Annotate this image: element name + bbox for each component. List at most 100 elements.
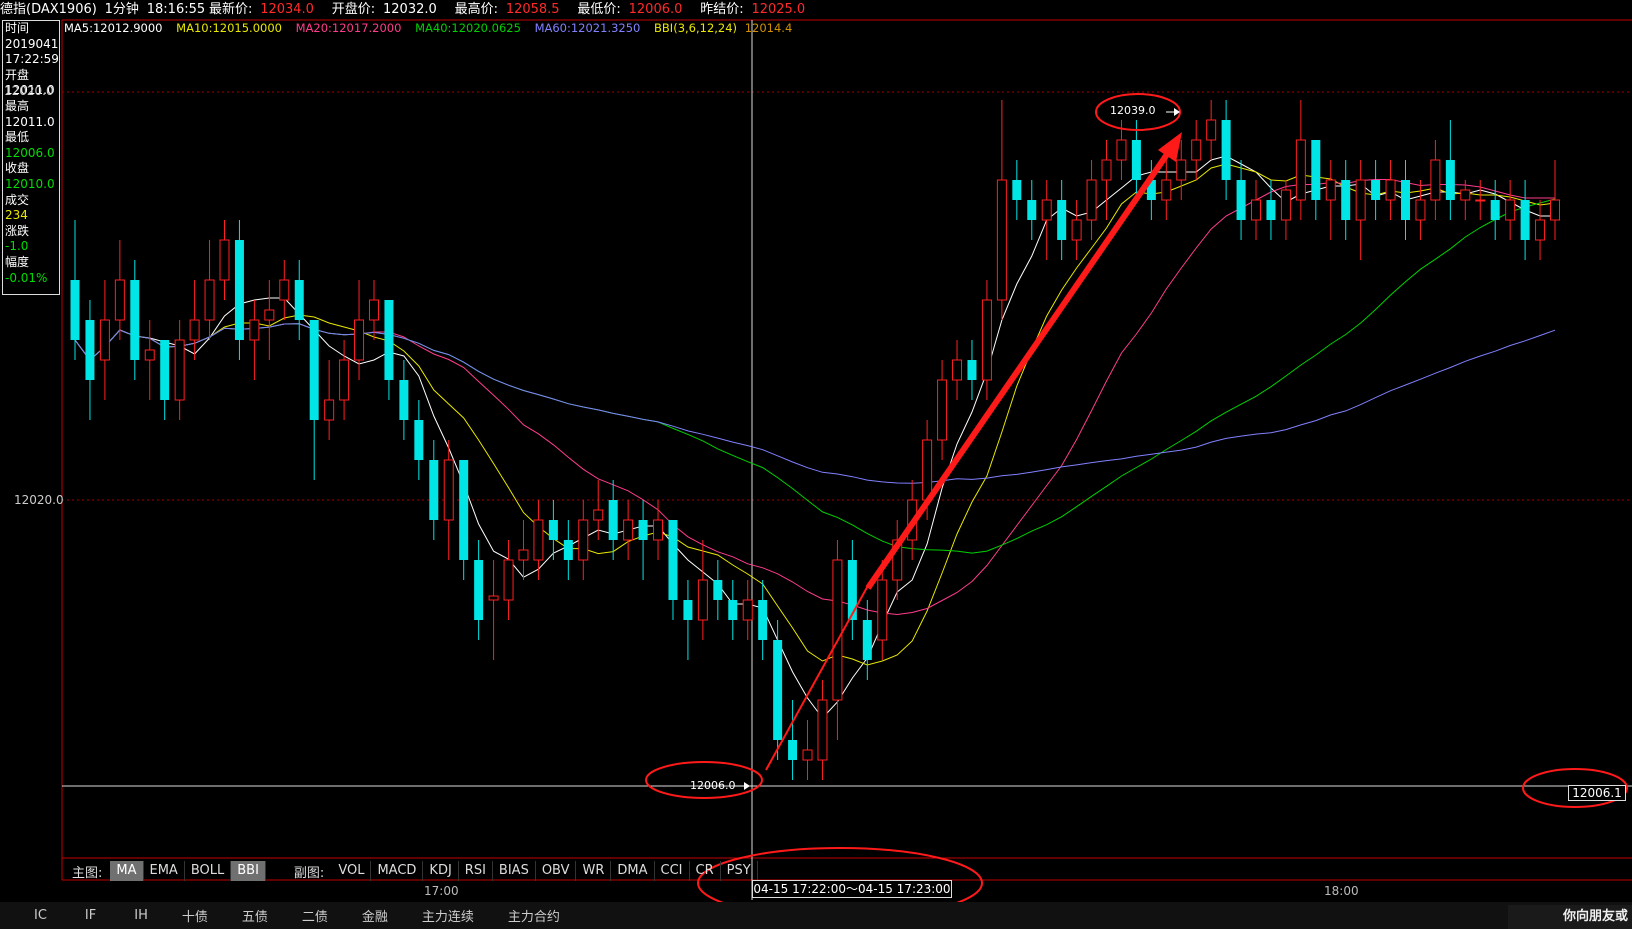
candlestick-chart[interactable]	[0, 0, 1632, 929]
candle-body	[1401, 180, 1411, 220]
crosshair-infobox: 时间 20190415 17:22:59 开盘 12011.0 最高 12011…	[2, 20, 60, 295]
candle-body	[1520, 200, 1530, 240]
info-pct-label: 幅度	[5, 254, 30, 269]
candle-body	[1460, 189, 1471, 201]
candle-body	[1251, 199, 1262, 221]
candle-body	[981, 299, 992, 381]
tab-rsi[interactable]: RSI	[459, 861, 493, 881]
candle-body	[773, 640, 783, 740]
candle-body	[1280, 189, 1291, 221]
tab-cr[interactable]: CR	[690, 861, 721, 881]
candle-body	[697, 579, 708, 621]
candle-body	[967, 360, 977, 380]
candle-body	[847, 560, 857, 620]
candle-body	[1355, 179, 1366, 221]
candle-body	[578, 519, 589, 561]
candle-body	[877, 579, 888, 641]
contract-tab-main-continuous[interactable]: 主力连续	[422, 906, 474, 925]
candle-body	[384, 300, 394, 380]
candle-body	[1415, 199, 1426, 221]
tab-dma[interactable]: DMA	[611, 861, 655, 881]
candle-body	[1027, 200, 1037, 220]
candle-body	[130, 280, 140, 360]
contract-tab-ih[interactable]: IH	[134, 908, 148, 923]
candle-body	[832, 559, 843, 701]
candle-body	[713, 580, 723, 600]
tab-kdj[interactable]: KDJ	[423, 861, 459, 881]
candle-body	[279, 279, 290, 301]
info-time-label: 时间	[5, 21, 30, 35]
candle-body	[623, 519, 634, 541]
low-price-label: 12006.0	[690, 779, 736, 792]
contract-tab-finance[interactable]: 金融	[362, 906, 388, 925]
candle-body	[1206, 119, 1217, 141]
contract-tab-2y[interactable]: 二债	[302, 906, 328, 925]
ma-lines-group	[74, 155, 1556, 719]
tab-psy[interactable]: PSY	[721, 861, 758, 881]
candle-body	[1341, 180, 1351, 220]
candle-body	[548, 520, 558, 540]
low-pointer-head	[744, 782, 750, 790]
candle-body	[653, 519, 664, 541]
candle-body	[354, 319, 365, 361]
info-close-label: 收盘	[5, 161, 30, 176]
tab-bbi[interactable]: BBI	[231, 861, 266, 881]
candle-body	[324, 399, 335, 421]
contract-tab-ic[interactable]: IC	[34, 908, 47, 923]
tab-boll[interactable]: BOLL	[185, 861, 232, 881]
tab-ema[interactable]: EMA	[144, 861, 185, 881]
candle-body	[1221, 120, 1231, 180]
candle-body	[1101, 159, 1112, 181]
tab-ma[interactable]: MA	[110, 861, 144, 881]
candle-body	[1371, 180, 1381, 200]
contract-tab-if[interactable]: IF	[85, 908, 96, 923]
y-tick-top: 12020.0	[4, 84, 54, 98]
candle-body	[996, 179, 1007, 301]
candle-body	[638, 520, 648, 540]
candle-body	[1385, 179, 1396, 201]
tab-obv[interactable]: OBV	[536, 861, 577, 881]
ma60-line	[74, 323, 1556, 484]
candle-body	[1550, 199, 1560, 221]
candle-body	[1012, 180, 1022, 200]
info-chg: -1.0	[5, 239, 29, 254]
candle-body	[1535, 219, 1546, 241]
candle-body	[608, 500, 618, 540]
candle-body	[1191, 139, 1202, 161]
contract-tab-10y[interactable]: 十债	[182, 906, 208, 925]
candle-body	[488, 595, 499, 601]
tab-bias[interactable]: BIAS	[493, 861, 536, 881]
time-tick-1800: 18:00	[1324, 884, 1359, 898]
candle-body	[443, 459, 454, 521]
candle-body	[862, 620, 872, 660]
candle-body	[219, 239, 230, 281]
contract-tab-main-contract[interactable]: 主力合约	[508, 906, 560, 925]
info-vol-label: 成交	[5, 192, 30, 207]
contract-tab-5y[interactable]: 五债	[242, 906, 268, 925]
peak-price-label: 12039.0	[1110, 104, 1156, 117]
candle-body	[683, 600, 693, 620]
candle-body	[204, 279, 215, 321]
info-pct: -0.01%	[5, 270, 48, 285]
candle-body	[937, 379, 948, 441]
tab-vol[interactable]: VOL	[332, 861, 372, 881]
candle-body	[1131, 140, 1141, 180]
candle-body	[99, 319, 110, 361]
time-tick-1700: 17:00	[424, 884, 459, 898]
candle-body	[1266, 200, 1276, 220]
candle-body	[593, 509, 604, 521]
info-date: 20190415	[5, 36, 60, 51]
tab-cci[interactable]: CCI	[655, 861, 690, 881]
share-hint[interactable]: 你向朋友或	[1508, 905, 1632, 929]
candle-body	[817, 699, 828, 761]
tab-wr[interactable]: WR	[576, 861, 612, 881]
candle-body	[114, 279, 125, 321]
candle-body	[1161, 179, 1172, 201]
candle-body	[414, 420, 424, 460]
info-low-label: 最低	[5, 130, 30, 145]
info-high: 12011.0	[5, 114, 55, 129]
candle-body	[294, 280, 304, 320]
candle-body	[1236, 180, 1246, 220]
tab-macd[interactable]: MACD	[371, 861, 424, 881]
candle-body	[189, 319, 200, 341]
